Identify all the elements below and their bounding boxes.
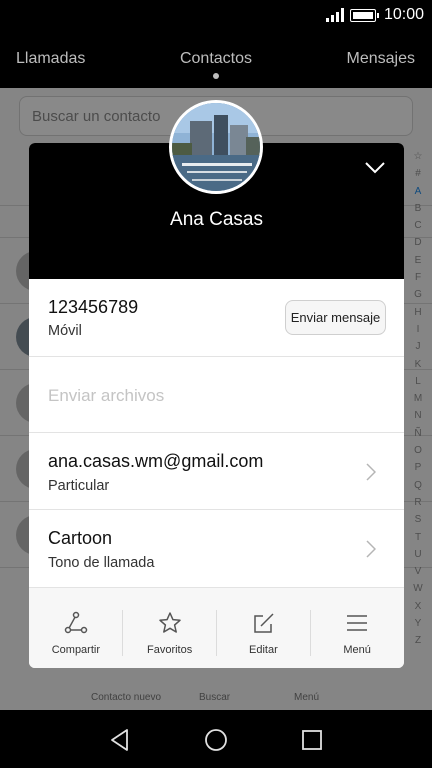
favorites-label: Favoritos bbox=[147, 644, 193, 656]
phone-row[interactable]: 123456789 Móvil Enviar mensaje bbox=[29, 279, 404, 357]
ringtone-row[interactable]: Cartoon Tono de llamada bbox=[29, 510, 404, 588]
status-bar: 10:00 bbox=[0, 0, 432, 32]
menu-label: Menú bbox=[343, 644, 371, 656]
active-tab-indicator bbox=[213, 73, 219, 79]
send-files-row[interactable]: Enviar archivos bbox=[29, 357, 404, 433]
share-icon bbox=[64, 611, 88, 634]
edit-label: Editar bbox=[249, 644, 278, 656]
signal-icon bbox=[326, 8, 344, 22]
battery-icon bbox=[350, 9, 379, 22]
tab-messages[interactable]: Mensajes bbox=[347, 50, 415, 68]
share-button[interactable]: Compartir bbox=[29, 588, 123, 668]
star-icon bbox=[159, 612, 181, 633]
navigation-bar bbox=[0, 710, 432, 768]
contact-name: Ana Casas bbox=[170, 209, 263, 230]
email-row[interactable]: ana.casas.wm@gmail.com Particular bbox=[29, 433, 404, 510]
favorites-button[interactable]: Favoritos bbox=[123, 588, 217, 668]
tab-bar: Llamadas Contactos Mensajes bbox=[0, 32, 432, 88]
edit-button[interactable]: Editar bbox=[217, 588, 311, 668]
contact-card: Ana Casas 123456789 Móvil Enviar mensaje… bbox=[29, 143, 404, 668]
ringtone-label: Tono de llamada bbox=[48, 555, 155, 571]
email-address: ana.casas.wm@gmail.com bbox=[48, 451, 264, 471]
share-label: Compartir bbox=[51, 644, 101, 656]
email-type: Particular bbox=[48, 478, 110, 494]
send-message-button[interactable]: Enviar mensaje bbox=[285, 300, 386, 335]
recents-icon[interactable] bbox=[300, 728, 324, 752]
chevron-right-icon bbox=[366, 540, 376, 558]
status-time: 10:00 bbox=[383, 6, 424, 23]
ringtone-name: Cartoon bbox=[48, 528, 113, 548]
chevron-right-icon bbox=[366, 463, 376, 481]
home-icon[interactable] bbox=[204, 728, 228, 752]
card-action-bar: Compartir Favoritos Editar Menú bbox=[29, 588, 404, 668]
menu-button[interactable]: Menú bbox=[310, 588, 404, 668]
edit-icon bbox=[253, 613, 274, 633]
back-icon[interactable] bbox=[108, 728, 132, 752]
send-files-label: Enviar archivos bbox=[48, 386, 165, 405]
chevron-down-icon[interactable] bbox=[364, 161, 386, 175]
phone-number: 123456789 bbox=[48, 297, 139, 317]
phone-type: Móvil bbox=[48, 323, 82, 339]
contact-photo[interactable] bbox=[169, 100, 263, 194]
menu-icon bbox=[347, 615, 368, 631]
